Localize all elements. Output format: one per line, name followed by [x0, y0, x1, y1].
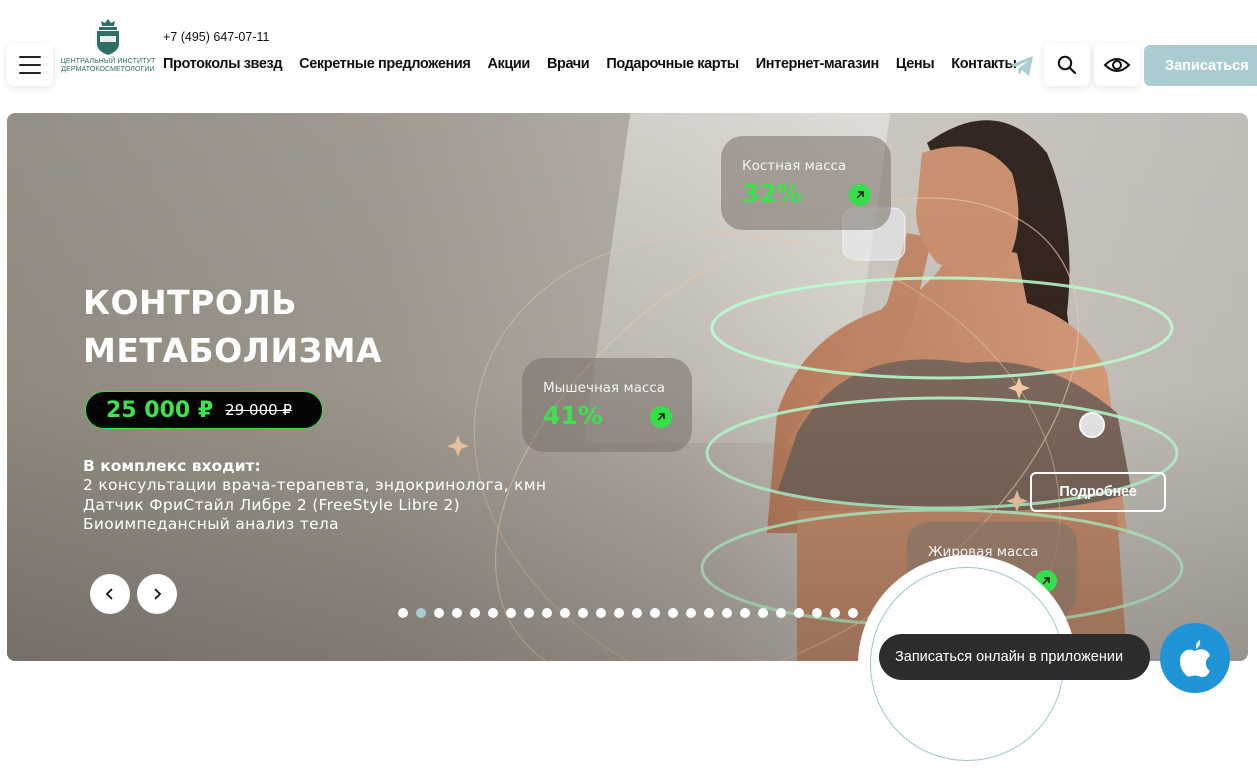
- burger-line: [19, 71, 41, 74]
- slider-dot[interactable]: [830, 608, 840, 618]
- nav-item-doctors[interactable]: Врачи: [547, 56, 590, 72]
- slider-dot[interactable]: [722, 608, 732, 618]
- slider-dot[interactable]: [524, 608, 534, 618]
- slider-dot[interactable]: [812, 608, 822, 618]
- slider-next-button[interactable]: [137, 574, 177, 614]
- site-header: ЦЕНТРАЛЬНЫЙ ИНСТИТУТ ДЕРМАТОКОСМЕТОЛОГИИ…: [0, 0, 1257, 108]
- app-store-button[interactable]: [1160, 623, 1230, 693]
- logo-line: ЦЕНТРАЛЬНЫЙ ИНСТИТУТ: [60, 58, 156, 65]
- arrow-up-right-icon: [849, 184, 871, 206]
- slider-dot[interactable]: [470, 608, 480, 618]
- accessibility-button[interactable]: [1094, 43, 1140, 86]
- search-button[interactable]: [1044, 43, 1090, 86]
- price-old: 29 000 ₽: [225, 401, 292, 419]
- chevron-left-icon: [105, 588, 113, 600]
- apple-icon: [1180, 640, 1210, 677]
- slider-dot[interactable]: [668, 608, 678, 618]
- slider-dot[interactable]: [686, 608, 696, 618]
- logo-line: ДЕРМАТОКОСМЕТОЛОГИИ: [61, 66, 155, 73]
- nav-item-secret-offers[interactable]: Секретные предложения: [299, 56, 471, 72]
- includes-item: Датчик ФриСтайл Либре 2 (FreeStyle Libre…: [83, 495, 460, 514]
- stat-value: 32%: [742, 179, 802, 208]
- includes-item: 2 консультации врача-терапевта, эндокрин…: [83, 476, 547, 494]
- hero-title: КОНТРОЛЬ МЕТАБОЛИЗМА: [83, 279, 503, 375]
- burger-line: [19, 63, 41, 66]
- logo[interactable]: ЦЕНТРАЛЬНЫЙ ИНСТИТУТ ДЕРМАТОКОСМЕТОЛОГИИ: [61, 18, 156, 88]
- stat-card-muscle-mass: Мышечная масса 41%: [522, 358, 692, 452]
- slider-pagination: [398, 608, 858, 618]
- slider-dot[interactable]: [794, 608, 804, 618]
- nav-item-promotions[interactable]: Акции: [487, 56, 530, 72]
- slider-dot[interactable]: [704, 608, 714, 618]
- nav-item-prices[interactable]: Цены: [896, 56, 935, 72]
- stat-label: Мышечная масса: [543, 380, 666, 396]
- slider-dot[interactable]: [452, 608, 462, 618]
- logo-text: ЦЕНТРАЛЬНЫЙ ИНСТИТУТ ДЕРМАТОКОСМЕТОЛОГИИ: [61, 58, 156, 74]
- price-badge: 25 000 ₽ 29 000 ₽: [85, 391, 323, 429]
- slider-dot[interactable]: [578, 608, 588, 618]
- hero-title-line: КОНТРОЛЬ: [83, 283, 297, 322]
- nav-item-online-shop[interactable]: Интернет-магазин: [756, 56, 880, 72]
- hero-title-line: МЕТАБОЛИЗМА: [83, 331, 382, 370]
- includes-item: Биоимпедансный анализ тела: [83, 515, 339, 533]
- slider-dot[interactable]: [596, 608, 606, 618]
- stat-value: 41%: [543, 401, 603, 430]
- slider-dot[interactable]: [740, 608, 750, 618]
- slider-dot[interactable]: [614, 608, 624, 618]
- burger-line: [19, 55, 41, 58]
- signup-button[interactable]: Записаться: [1144, 45, 1257, 86]
- crest-icon: [97, 19, 119, 55]
- slider-dot[interactable]: [758, 608, 768, 618]
- nav-item-star-protocols[interactable]: Протоколы звезд: [163, 56, 283, 72]
- slider-dot[interactable]: [650, 608, 660, 618]
- slider-prev-button[interactable]: [90, 574, 130, 614]
- slider-dot[interactable]: [542, 608, 552, 618]
- phone-number[interactable]: +7 (495) 647-07-11: [163, 30, 269, 44]
- eye-icon: [1103, 57, 1131, 72]
- arrow-up-right-icon: [650, 406, 672, 428]
- more-button[interactable]: Подробнее: [1030, 472, 1166, 512]
- slider-dot[interactable]: [632, 608, 642, 618]
- menu-burger-button[interactable]: [7, 43, 53, 86]
- slider-dot[interactable]: [560, 608, 570, 618]
- app-signup-button[interactable]: Записаться онлайн в приложении: [879, 634, 1150, 680]
- nav-item-contacts[interactable]: Контакты: [951, 56, 1017, 72]
- telegram-icon[interactable]: [1009, 54, 1035, 78]
- slider-dot[interactable]: [488, 608, 498, 618]
- slider-dot[interactable]: [506, 608, 516, 618]
- includes-heading: В комплекс входит:: [83, 457, 261, 475]
- price-new: 25 000 ₽: [106, 397, 214, 423]
- slider-dot[interactable]: [776, 608, 786, 618]
- chevron-right-icon: [154, 588, 162, 600]
- slider-dot[interactable]: [398, 608, 408, 618]
- search-icon: [1057, 55, 1077, 74]
- nav-item-gift-cards[interactable]: Подарочные карты: [606, 56, 739, 72]
- stat-card-bone-mass: Костная масса 32%: [721, 136, 891, 230]
- hero-slider: КОНТРОЛЬ МЕТАБОЛИЗМА 25 000 ₽ 29 000 ₽ В…: [7, 113, 1248, 661]
- main-nav: Протоколы звезд Секретные предложения Ак…: [163, 56, 1017, 72]
- slider-dot[interactable]: [434, 608, 444, 618]
- slider-dot[interactable]: [848, 608, 858, 618]
- slider-dot[interactable]: [416, 608, 426, 618]
- stat-label: Костная масса: [742, 158, 847, 174]
- includes-list: В комплекс входит: 2 консультации врача-…: [83, 456, 546, 535]
